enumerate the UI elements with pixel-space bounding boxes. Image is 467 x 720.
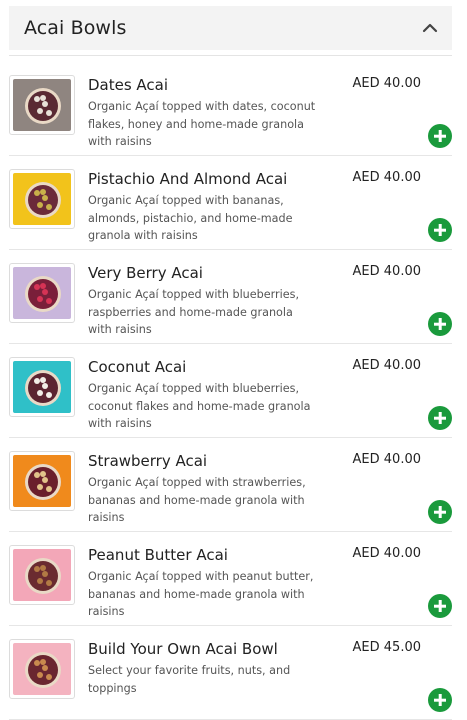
add-to-cart-button[interactable] <box>428 688 452 712</box>
topping-dot <box>46 298 52 304</box>
topping-dot <box>42 665 48 671</box>
topping-dot <box>37 296 43 302</box>
topping-dot <box>40 189 46 195</box>
topping-dot <box>46 392 52 398</box>
item-description: Organic Açaí topped with blueberries, co… <box>88 382 311 430</box>
menu-item[interactable]: Peanut Butter Acai Organic Açaí topped w… <box>9 532 452 626</box>
topping-dot <box>46 204 52 210</box>
topping-dot <box>46 674 52 680</box>
item-image[interactable] <box>9 357 75 417</box>
add-to-cart-button[interactable] <box>428 500 452 524</box>
item-description: Organic Açaí topped with blueberries, ra… <box>88 288 300 336</box>
topping-dot <box>40 471 46 477</box>
item-name[interactable]: Build Your Own Acai Bowl <box>88 640 278 658</box>
topping-dot <box>37 202 43 208</box>
item-name[interactable]: Very Berry Acai <box>88 264 203 282</box>
topping-dot <box>40 565 46 571</box>
topping-dot <box>42 383 48 389</box>
add-to-cart-button[interactable] <box>428 312 452 336</box>
item-name[interactable]: Dates Acai <box>88 76 168 94</box>
item-price: AED 40.00 <box>352 358 421 373</box>
item-image[interactable] <box>9 451 75 511</box>
item-name[interactable]: Peanut Butter Acai <box>88 546 228 564</box>
topping-dot <box>46 580 52 586</box>
item-description: Organic Açaí topped with peanut butter, … <box>88 570 314 618</box>
item-price: AED 40.00 <box>352 170 421 185</box>
item-description: Organic Açaí topped with bananas, almond… <box>88 194 293 242</box>
topping-dot <box>42 101 48 107</box>
item-description: Organic Açaí topped with strawberries, b… <box>88 476 306 524</box>
item-price: AED 40.00 <box>352 76 421 91</box>
item-image[interactable] <box>9 169 75 229</box>
topping-dot <box>37 672 43 678</box>
section-title: Acai Bowls <box>24 17 127 39</box>
menu-item[interactable]: Dates Acai Organic Açaí topped with date… <box>9 62 452 156</box>
item-image[interactable] <box>9 545 75 605</box>
topping-dot <box>40 283 46 289</box>
item-price: AED 40.00 <box>352 452 421 467</box>
topping-dot <box>37 390 43 396</box>
topping-dot <box>46 110 52 116</box>
menu-item-list: Dates Acai Organic Açaí topped with date… <box>9 62 452 720</box>
item-price: AED 45.00 <box>352 640 421 655</box>
item-price: AED 40.00 <box>352 264 421 279</box>
item-image[interactable] <box>9 263 75 323</box>
topping-dot <box>37 484 43 490</box>
topping-dot <box>40 659 46 665</box>
add-to-cart-button[interactable] <box>428 594 452 618</box>
topping-dot <box>37 578 43 584</box>
topping-dot <box>42 289 48 295</box>
topping-dot <box>42 195 48 201</box>
topping-dot <box>42 477 48 483</box>
add-to-cart-button[interactable] <box>428 124 452 148</box>
chevron-up-icon[interactable] <box>422 20 438 36</box>
header-divider <box>9 55 452 56</box>
item-name[interactable]: Coconut Acai <box>88 358 186 376</box>
section-header[interactable]: Acai Bowls <box>9 6 452 50</box>
topping-dot <box>46 486 52 492</box>
menu-item[interactable]: Strawberry Acai Organic Açaí topped with… <box>9 438 452 532</box>
item-description: Select your favorite fruits, nuts, and t… <box>88 664 291 695</box>
item-name[interactable]: Strawberry Acai <box>88 452 207 470</box>
item-name[interactable]: Pistachio And Almond Acai <box>88 170 287 188</box>
menu-item[interactable]: Coconut Acai Organic Açaí topped with bl… <box>9 344 452 438</box>
topping-dot <box>40 377 46 383</box>
menu-item[interactable]: Build Your Own Acai Bowl Select your fav… <box>9 626 452 720</box>
menu-item[interactable]: Pistachio And Almond Acai Organic Açaí t… <box>9 156 452 250</box>
item-price: AED 40.00 <box>352 546 421 561</box>
add-to-cart-button[interactable] <box>428 218 452 242</box>
item-image[interactable] <box>9 639 75 699</box>
item-description: Organic Açaí topped with dates, coconut … <box>88 100 316 148</box>
topping-dot <box>42 571 48 577</box>
topping-dot <box>37 108 43 114</box>
menu-item[interactable]: Very Berry Acai Organic Açaí topped with… <box>9 250 452 344</box>
add-to-cart-button[interactable] <box>428 406 452 430</box>
topping-dot <box>40 95 46 101</box>
item-image[interactable] <box>9 75 75 135</box>
